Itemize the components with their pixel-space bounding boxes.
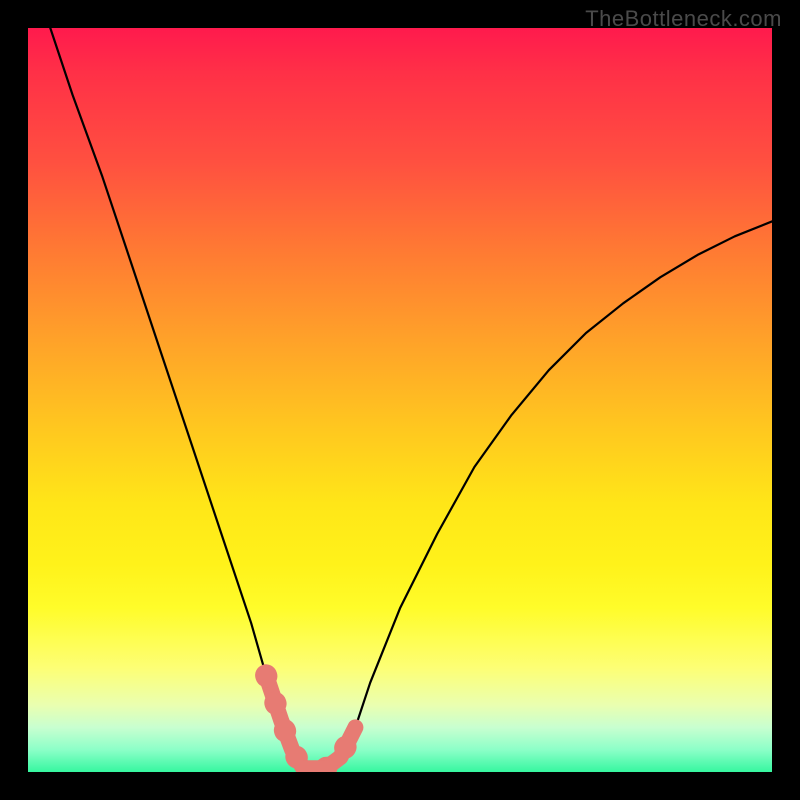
- chart-frame: TheBottleneck.com: [0, 0, 800, 800]
- curve-overlay: [28, 28, 772, 772]
- plot-area: [28, 28, 772, 772]
- bottleneck-curve: [50, 28, 772, 768]
- watermark-text: TheBottleneck.com: [585, 6, 782, 32]
